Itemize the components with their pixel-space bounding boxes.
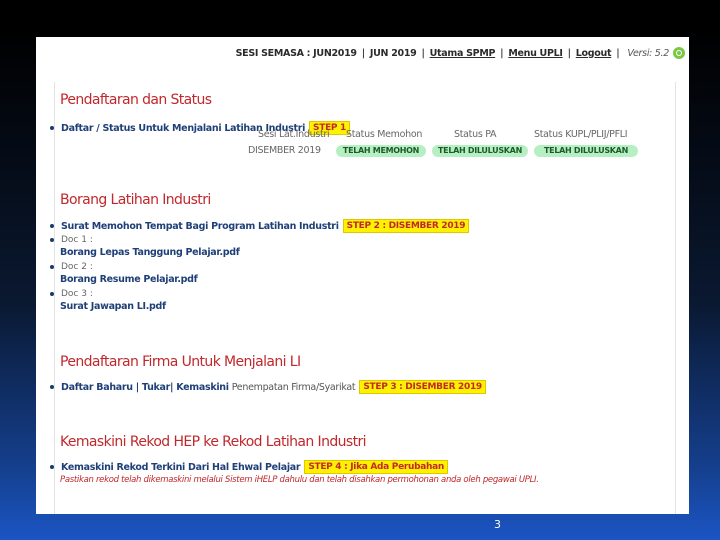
top-navigation-bar: SESI SEMASA : JUN2019 | JUN 2019 | Utama… — [36, 37, 689, 75]
current-session-label: SESI SEMASA : JUN2019 — [235, 47, 357, 59]
penempatan-label: Penempatan Firma/Syarikat — [231, 381, 356, 393]
doc1-label-row: Doc 1 : — [50, 235, 93, 245]
step4-badge: STEP 4 : Jika Ada Perubahan — [304, 460, 449, 474]
header-status-pa: Status PA — [454, 129, 497, 140]
version-label: Versi: 5.2 — [627, 47, 669, 59]
section4-item-row: Kemaskini Rekod Terkini Dari Hal Ehwal P… — [50, 460, 449, 474]
doc2-label: Doc 2 : — [61, 262, 93, 272]
status-icon — [673, 47, 685, 59]
doc2-label-row: Doc 2 : — [50, 262, 93, 272]
menu-upli-link[interactable]: Menu UPLI — [508, 48, 563, 59]
header-status-memohon: Status Memohon — [346, 129, 423, 140]
header-sesi: Sesi Lat.Industri — [258, 129, 330, 140]
status-pa-badge: TELAH DILULUSKAN — [432, 145, 528, 157]
header-status-kupl: Status KUPL/PLIJ/PFLI — [534, 129, 628, 140]
bullet-icon — [50, 292, 54, 296]
browser-screenshot: SESI SEMASA : JUN2019 | JUN 2019 | Utama… — [36, 37, 689, 514]
section2-item-row: Surat Memohon Tempat Bagi Program Latiha… — [50, 219, 470, 233]
step3-badge: STEP 3 : DISEMBER 2019 — [359, 380, 486, 394]
step2-badge: STEP 2 : DISEMBER 2019 — [342, 219, 470, 233]
utama-spmp-link[interactable]: Utama SPMP — [430, 48, 496, 59]
logout-link[interactable]: Logout — [576, 48, 612, 59]
bullet-icon — [50, 465, 54, 469]
doc2-file-link[interactable]: Borang Resume Pelajar.pdf — [60, 274, 198, 285]
slide-number: 3 — [494, 518, 501, 531]
bullet-icon — [50, 126, 54, 130]
section3-item-row: Daftar Baharu | Tukar| Kemaskini Penempa… — [50, 380, 486, 394]
doc3-file-link[interactable]: Surat Jawapan LI.pdf — [60, 301, 166, 312]
doc1-label: Doc 1 : — [61, 235, 93, 245]
section2-heading: Borang Latihan Industri — [60, 192, 211, 208]
section4-note: Pastikan rekod telah dikemaskini melalui… — [60, 475, 539, 485]
section3-heading: Pendaftaran Firma Untuk Menjalani LI — [60, 354, 301, 370]
status-kupl-badge: TELAH DILULUSKAN — [534, 145, 638, 157]
bullet-icon — [50, 238, 54, 242]
bullet-icon — [50, 224, 54, 228]
daftar-tukar-kemaskini-link[interactable]: Daftar Baharu | Tukar| Kemaskini — [61, 382, 229, 393]
status-memohon-badge: TELAH MEMOHON — [336, 145, 426, 157]
bullet-icon — [50, 265, 54, 269]
section4-heading: Kemaskini Rekod HEP ke Rekod Latihan Ind… — [60, 434, 367, 450]
section1-heading: Pendaftaran dan Status — [60, 92, 212, 108]
doc3-label-row: Doc 3 : — [50, 289, 93, 299]
current-session-value: JUN 2019 — [369, 47, 417, 59]
bullet-icon — [50, 385, 54, 389]
session-value: DISEMBER 2019 — [248, 145, 321, 156]
kemaskini-rekod-link[interactable]: Kemaskini Rekod Terkini Dari Hal Ehwal P… — [61, 462, 301, 473]
surat-memohon-link[interactable]: Surat Memohon Tempat Bagi Program Latiha… — [61, 221, 339, 232]
doc1-file-link[interactable]: Borang Lepas Tanggung Pelajar.pdf — [60, 247, 240, 258]
doc3-label: Doc 3 : — [61, 289, 93, 299]
